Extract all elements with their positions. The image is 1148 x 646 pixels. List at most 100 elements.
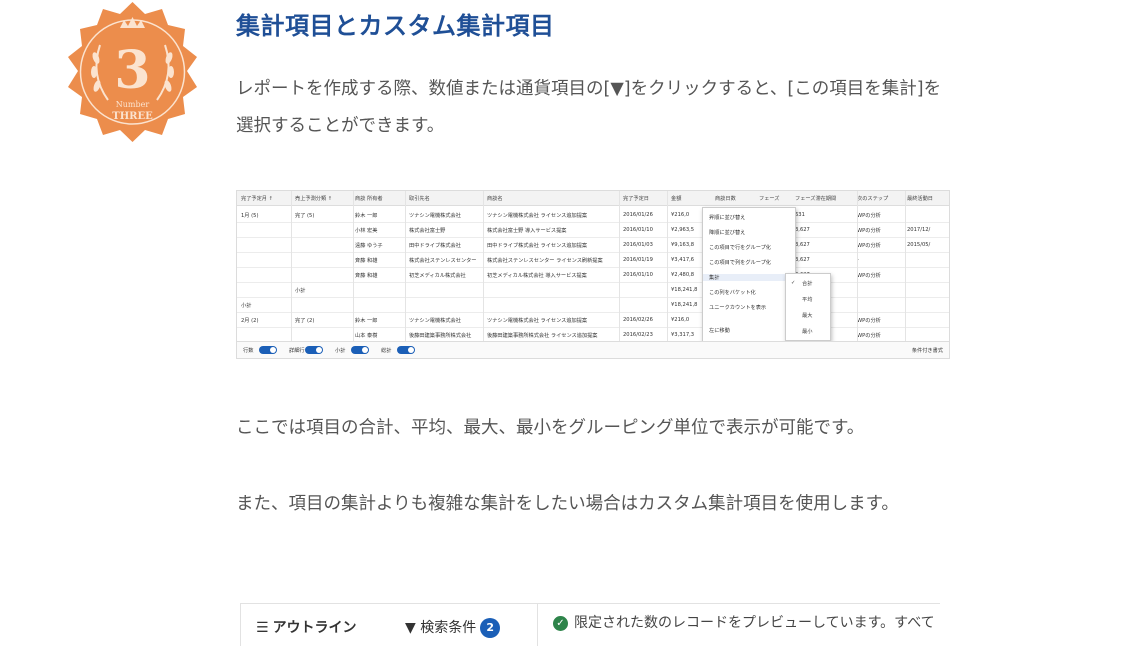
toggle-switch[interactable] [397, 346, 415, 354]
table-cell: 2016/02/23 [623, 332, 653, 338]
table-row: 小計 ¥18,241,8 [237, 282, 949, 298]
report-column-header[interactable]: 取引先名 [409, 195, 430, 202]
filters-tab[interactable]: ▼ 検索条件 2 [405, 617, 501, 638]
toggle-label: 総計 [381, 348, 392, 354]
toggle-label: 詳細行 [289, 348, 305, 354]
table-cell: 株式会社ステンレスセンター [409, 258, 477, 264]
report-column-header[interactable]: 商談日数 [715, 195, 736, 202]
success-check-icon: ✓ [553, 615, 568, 631]
column-divider [353, 191, 354, 341]
report-footer: 条件付き書式 行数 詳細行 小計 総計 [237, 341, 949, 358]
table-cell: ¥2,480,8 [671, 272, 695, 278]
report-column-header[interactable]: 完了予定月 ↑ [241, 195, 273, 202]
badge-number: 3 [114, 40, 150, 101]
list-icon: ☰ [256, 620, 269, 636]
report-column-header[interactable]: 商談 所有者 [355, 195, 383, 202]
table-cell: 初芝メディカル株式会社 導入サービス提案 [487, 273, 587, 279]
table-cell: 完了 (2) [295, 318, 315, 324]
table-cell: ¥3,317,3 [671, 332, 695, 338]
column-divider [667, 191, 668, 341]
section-title: 集計項目とカスタム集計項目 [236, 12, 555, 40]
column-divider [905, 191, 906, 341]
filters-label: 検索条件 [420, 620, 477, 636]
report-column-header[interactable]: フェーズ [759, 195, 780, 202]
submenu-item[interactable]: 合計 [802, 280, 812, 287]
column-dropdown-menu: 昇順に並び替え 降順に並び替えこの項目で行をグループ化 この項目で列をグループ化集計… [702, 207, 796, 358]
table-cell: ¥216,0 [671, 212, 690, 218]
menu-item[interactable]: ユニークカウントを表示 [709, 304, 766, 311]
table-row: 小計 ¥18,241,8 [237, 297, 949, 313]
preview-message: ✓ 限定された数のレコードをプレビューしています。すべて [553, 612, 935, 632]
menu-item[interactable]: この列をバケット化 [709, 289, 756, 296]
preview-message-text: 限定された数のレコードをプレビューしています。すべて [574, 615, 935, 631]
intro-paragraph: レポートを作成する際、数値または通貨項目の[▼]をクリックすると、[この項目を集… [236, 79, 942, 136]
table-cell: 1月 (5) [241, 213, 259, 219]
table-cell: 2016/01/19 [623, 257, 653, 263]
table-cell: 2016/02/26 [623, 317, 653, 323]
outline-tab[interactable]: ☰ アウトライン [256, 617, 357, 637]
table-cell: ¥9,163,8 [671, 242, 695, 248]
number-three-badge: 3 Number THREE [68, 2, 197, 142]
check-icon: ✓ [791, 280, 796, 286]
menu-item[interactable]: 降順に並び替え [709, 229, 745, 236]
table-cell: 遠藤 ゆう子 [355, 243, 383, 249]
filter-count-badge: 2 [480, 618, 501, 638]
table-cell: WPの分析 [857, 228, 881, 234]
table-cell: 株式会社富士野 [409, 228, 446, 234]
menu-item[interactable]: 昇順に並び替え [709, 214, 745, 221]
table-cell: 2016/01/10 [623, 227, 653, 233]
table-cell: ¥18,241,8 [671, 302, 698, 308]
table-cell: 株式会社富士野 導入サービス提案 [487, 228, 567, 234]
menu-item[interactable]: 左に移動 [709, 327, 730, 334]
table-cell: ツナシン電機株式会社 [409, 213, 461, 219]
menu-item[interactable]: 集計 [703, 274, 795, 281]
toggle-label: 行数 [243, 348, 254, 354]
table-cell: ¥216,0 [671, 317, 690, 323]
table-cell: 631 [795, 212, 805, 218]
toggle-switch[interactable] [305, 346, 323, 354]
report-toolbar: ☰ アウトライン ▼ 検索条件 2 ✓ 限定された数のレコードをプレビューしています。… [240, 603, 940, 646]
table-cell: 斉藤 和雄 [355, 273, 378, 279]
table-cell: 株式会社ステンレスセンター ライセンス刷新提案 [487, 258, 603, 264]
table-cell: 田中ドライブ株式会社 [409, 243, 461, 249]
filter-icon: ▼ [405, 620, 416, 636]
table-cell: 2月 (2) [241, 318, 259, 324]
table-cell: 3,627 [795, 242, 810, 248]
table-cell: 小林 宏美 [355, 228, 378, 234]
table-cell: 山本 泰樹 [355, 333, 378, 339]
column-divider [483, 191, 484, 341]
submenu-item[interactable]: 平均 [802, 296, 812, 303]
table-cell: ¥2,963,5 [671, 227, 695, 233]
report-column-header[interactable]: 商談名 [487, 195, 503, 202]
table-cell: WPの分析 [857, 318, 881, 324]
summarize-submenu: 合計平均最大最小 ✓ [785, 273, 831, 341]
menu-item[interactable]: この項目で列をグループ化 [709, 259, 771, 266]
table-row: 1月 (5) 完了 (5) 鈴木 一郎 ツナシン電機株式会社 ツナシン電機株式会社 ライ… [237, 207, 949, 223]
conditional-format-link: 条件付き書式 [911, 348, 943, 354]
table-cell: 後藤田建築事務所株式会社 [409, 333, 472, 339]
report-column-header[interactable]: 完了予定日 [623, 195, 649, 202]
submenu-item[interactable]: 最小 [802, 328, 812, 335]
table-cell: 2016/01/10 [623, 272, 653, 278]
toggle-switch[interactable] [259, 346, 277, 354]
toggle-label: 小計 [335, 348, 346, 354]
report-column-header[interactable]: 売上予測分類 ↑ [295, 195, 332, 202]
report-column-header[interactable]: フェーズ滞在期間 [795, 195, 836, 202]
report-column-header[interactable]: 次のステップ [857, 195, 888, 202]
toggle-switch[interactable] [351, 346, 369, 354]
report-screenshot: 完了予定月 ↑ 売上予測分類 ↑ 商談 所有者 取引先名 商談名 完了予定日 金額 商談日数 フ… [236, 190, 950, 359]
table-cell: 3,627 [795, 257, 810, 263]
table-cell: 2015/05/ [907, 242, 931, 248]
table-cell: 小計 [295, 288, 306, 294]
column-divider [405, 191, 406, 341]
table-cell: WPの分析 [857, 243, 881, 249]
table-cell: 初芝メディカル株式会社 [409, 273, 466, 279]
report-column-header[interactable]: 金額 [671, 195, 681, 202]
table-cell: 田中ドライブ株式会社 ライセンス追加提案 [487, 243, 588, 249]
table-cell: ツナシン電機株式会社 [409, 318, 461, 324]
menu-item[interactable]: この項目で行をグループ化 [709, 244, 771, 251]
report-column-header[interactable]: 最終活動日 [907, 195, 933, 202]
submenu-item[interactable]: 最大 [802, 312, 812, 319]
custom-summary-paragraph: また、項目の集計よりも複雑な集計をしたい場合はカスタム集計項目を使用します。 [236, 494, 899, 514]
table-cell: 斉藤 和雄 [355, 258, 378, 264]
